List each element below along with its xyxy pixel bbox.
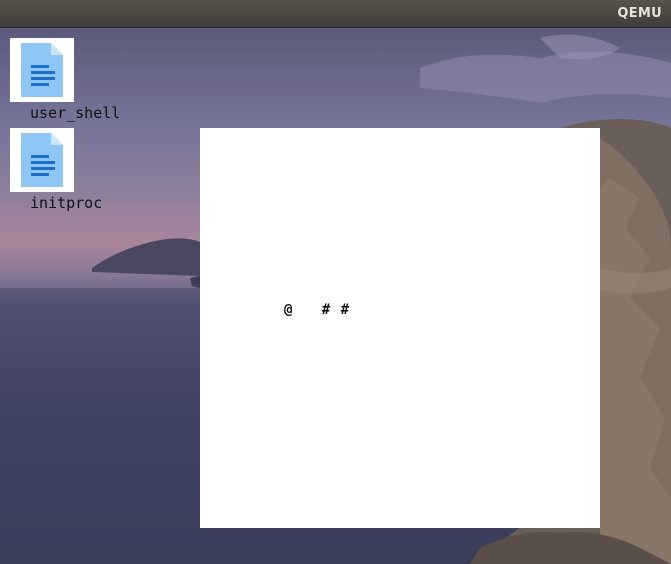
file-icon-tile [10,128,74,192]
text-file-icon [21,43,63,97]
window-titlebar[interactable]: QEMU [0,0,671,28]
desktop-icon-user-shell[interactable]: user_shell [0,28,130,122]
window-title: QEMU [617,6,662,21]
desktop-icon-label: initproc [30,194,103,212]
file-icon-tile [10,38,74,102]
vm-screen-text: @ # # [284,302,351,318]
desktop-icon-initproc[interactable]: initproc [0,118,130,212]
text-file-icon [21,133,63,187]
vm-display[interactable]: @ # # [200,128,600,528]
